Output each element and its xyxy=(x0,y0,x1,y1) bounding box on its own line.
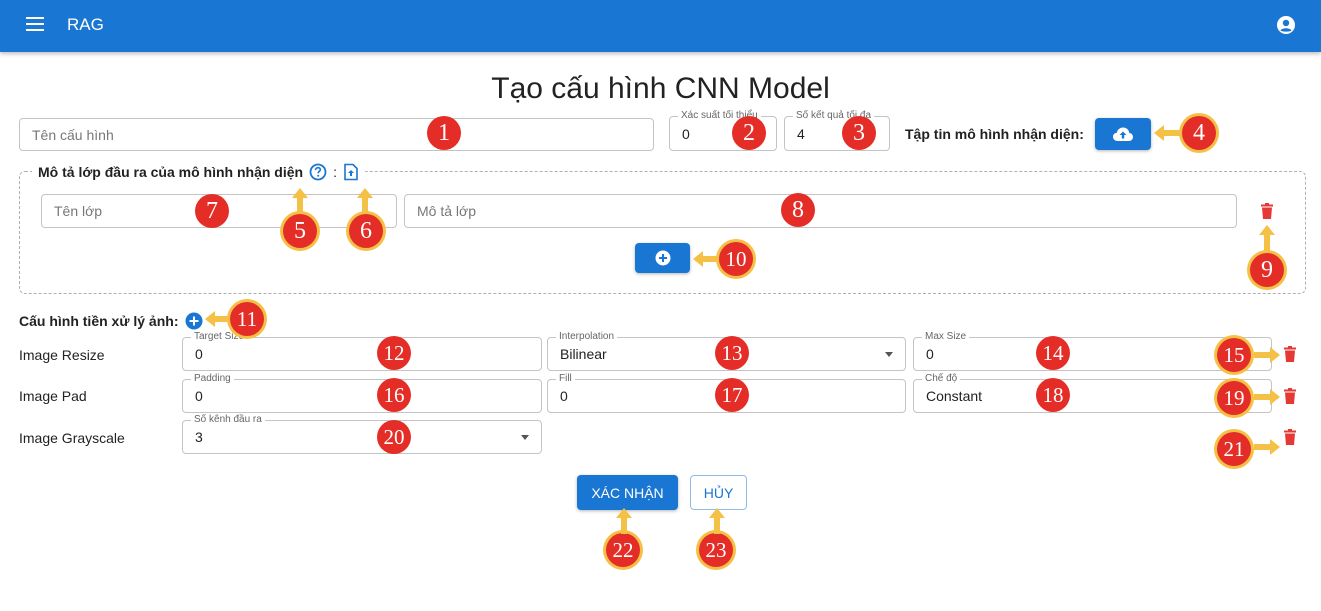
annotation-marker-6: 6 xyxy=(349,214,383,248)
legend-separator: : xyxy=(333,164,337,180)
output-channels-select[interactable]: Số kênh đầu ra 3 xyxy=(182,414,542,454)
arrow-up-icon xyxy=(1259,225,1275,251)
preprocess-title: Cấu hình tiền xử lý ảnh: xyxy=(19,313,179,329)
image-resize-label: Image Resize xyxy=(19,347,105,363)
menu-icon[interactable] xyxy=(26,17,44,31)
annotation-marker-17: 17 xyxy=(715,378,749,412)
min-probability-value: 0 xyxy=(682,125,690,142)
pad-mode-value: Constant xyxy=(926,388,983,404)
annotation-marker-7: 7 xyxy=(195,194,229,228)
arrow-left-icon xyxy=(693,251,719,267)
app-title: RAG xyxy=(67,15,104,34)
annotation-marker-15: 15 xyxy=(1217,338,1251,372)
annotation-marker-3: 3 xyxy=(842,116,876,150)
file-upload-icon[interactable] xyxy=(343,163,359,181)
delete-class-icon[interactable] xyxy=(1260,203,1274,219)
help-icon[interactable] xyxy=(309,163,327,181)
padding-value: 0 xyxy=(195,388,203,404)
arrow-left-icon xyxy=(1154,125,1180,141)
config-name-input[interactable]: Tên cấu hình xyxy=(19,118,654,151)
arrow-right-icon xyxy=(1254,439,1280,455)
annotation-marker-9: 9 xyxy=(1250,253,1284,287)
arrow-right-icon xyxy=(1254,347,1280,363)
arrow-up-icon xyxy=(709,508,725,534)
chevron-down-icon xyxy=(521,435,529,440)
annotation-marker-16: 16 xyxy=(377,378,411,412)
annotation-marker-13: 13 xyxy=(715,336,749,370)
padding-input[interactable]: Padding 0 xyxy=(182,373,542,413)
add-class-button[interactable] xyxy=(635,243,690,273)
target-size-value: 0 xyxy=(195,346,203,362)
class-description-placeholder: Mô tả lớp xyxy=(417,203,476,219)
interpolation-value: Bilinear xyxy=(560,346,607,362)
image-pad-label: Image Pad xyxy=(19,388,87,404)
arrow-up-icon xyxy=(292,188,308,214)
annotation-marker-4: 4 xyxy=(1182,116,1216,150)
max-results-value: 4 xyxy=(797,125,805,142)
cancel-button[interactable]: HỦY xyxy=(690,475,747,510)
upload-model-button[interactable] xyxy=(1095,118,1151,150)
page-title: Tạo cấu hình CNN Model xyxy=(491,72,830,105)
app-bar: RAG xyxy=(0,0,1321,52)
output-classes-title: Mô tả lớp đầu ra của mô hình nhận diện xyxy=(38,164,304,180)
arrow-left-icon xyxy=(205,311,229,327)
annotation-marker-18: 18 xyxy=(1036,378,1070,412)
arrow-right-icon xyxy=(1254,389,1280,405)
model-file-label: Tập tin mô hình nhận diện: xyxy=(905,126,1084,142)
annotation-marker-2: 2 xyxy=(732,116,766,150)
annotation-marker-21: 21 xyxy=(1217,432,1251,466)
output-classes-legend: Mô tả lớp đầu ra của mô hình nhận diện : xyxy=(32,163,365,181)
target-size-input[interactable]: Target Size 0 xyxy=(182,331,542,371)
confirm-button[interactable]: XÁC NHẬN xyxy=(577,475,678,510)
delete-grayscale-icon[interactable] xyxy=(1283,429,1297,445)
class-name-placeholder: Tên lớp xyxy=(54,203,103,219)
max-size-value: 0 xyxy=(926,346,934,362)
delete-pad-icon[interactable] xyxy=(1283,388,1297,404)
annotation-marker-5: 5 xyxy=(283,214,317,248)
delete-resize-icon[interactable] xyxy=(1283,346,1297,362)
class-description-input[interactable]: Mô tả lớp xyxy=(404,194,1237,228)
annotation-marker-11: 11 xyxy=(230,302,264,336)
account-icon[interactable] xyxy=(1276,15,1296,35)
chevron-down-icon xyxy=(885,352,893,357)
output-classes-section xyxy=(19,171,1306,294)
cloud-upload-icon xyxy=(1113,127,1133,141)
fill-value: 0 xyxy=(560,388,568,404)
annotation-marker-8: 8 xyxy=(781,193,815,227)
annotation-marker-14: 14 xyxy=(1036,336,1070,370)
arrow-up-icon xyxy=(357,188,373,214)
annotation-marker-10: 10 xyxy=(719,242,753,276)
config-name-placeholder: Tên cấu hình xyxy=(32,126,114,143)
annotation-marker-20: 20 xyxy=(377,420,411,454)
add-circle-icon xyxy=(655,250,670,266)
output-channels-value: 3 xyxy=(195,429,203,445)
arrow-up-icon xyxy=(616,508,632,534)
annotation-marker-12: 12 xyxy=(377,336,411,370)
image-grayscale-label: Image Grayscale xyxy=(19,430,125,446)
annotation-marker-19: 19 xyxy=(1217,381,1251,415)
annotation-marker-22: 22 xyxy=(606,533,640,567)
annotation-marker-1: 1 xyxy=(427,116,461,150)
annotation-marker-23: 23 xyxy=(699,533,733,567)
add-preprocess-icon[interactable] xyxy=(185,312,203,330)
